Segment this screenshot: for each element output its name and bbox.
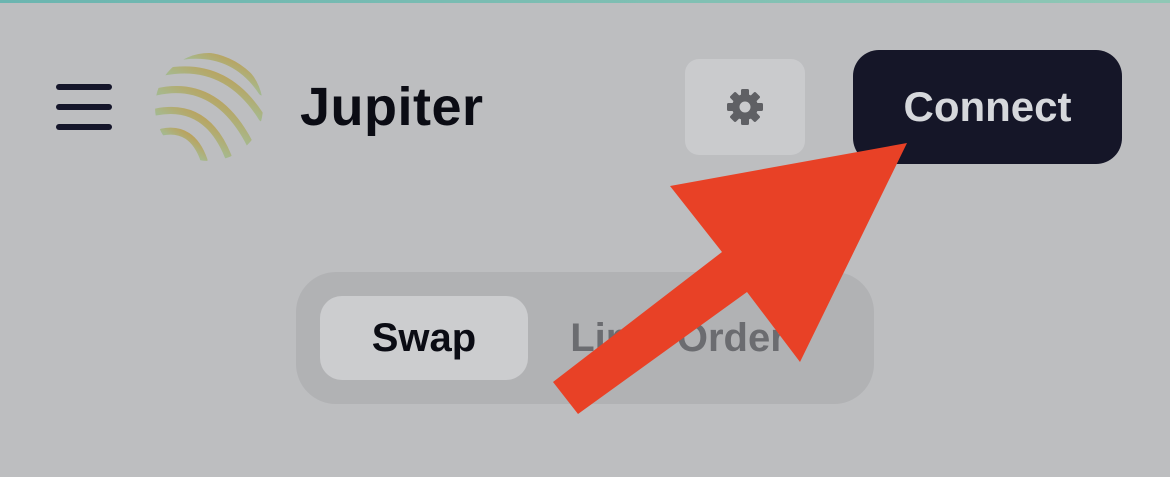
menu-icon-bar [56, 84, 112, 90]
menu-icon-bar [56, 104, 112, 110]
gear-icon [727, 89, 763, 125]
connect-button[interactable]: Connect [853, 50, 1122, 164]
tab-swap[interactable]: Swap [320, 296, 528, 380]
menu-icon-bar [56, 124, 112, 130]
jupiter-logo-icon[interactable] [154, 52, 264, 162]
top-accent-bar [0, 0, 1170, 3]
settings-button[interactable] [685, 59, 805, 155]
tab-limit-order[interactable]: Limit Order [528, 296, 828, 380]
tab-switcher: Swap Limit Order [296, 272, 874, 404]
menu-button[interactable] [56, 84, 112, 130]
brand-name: Jupiter [300, 77, 484, 137]
